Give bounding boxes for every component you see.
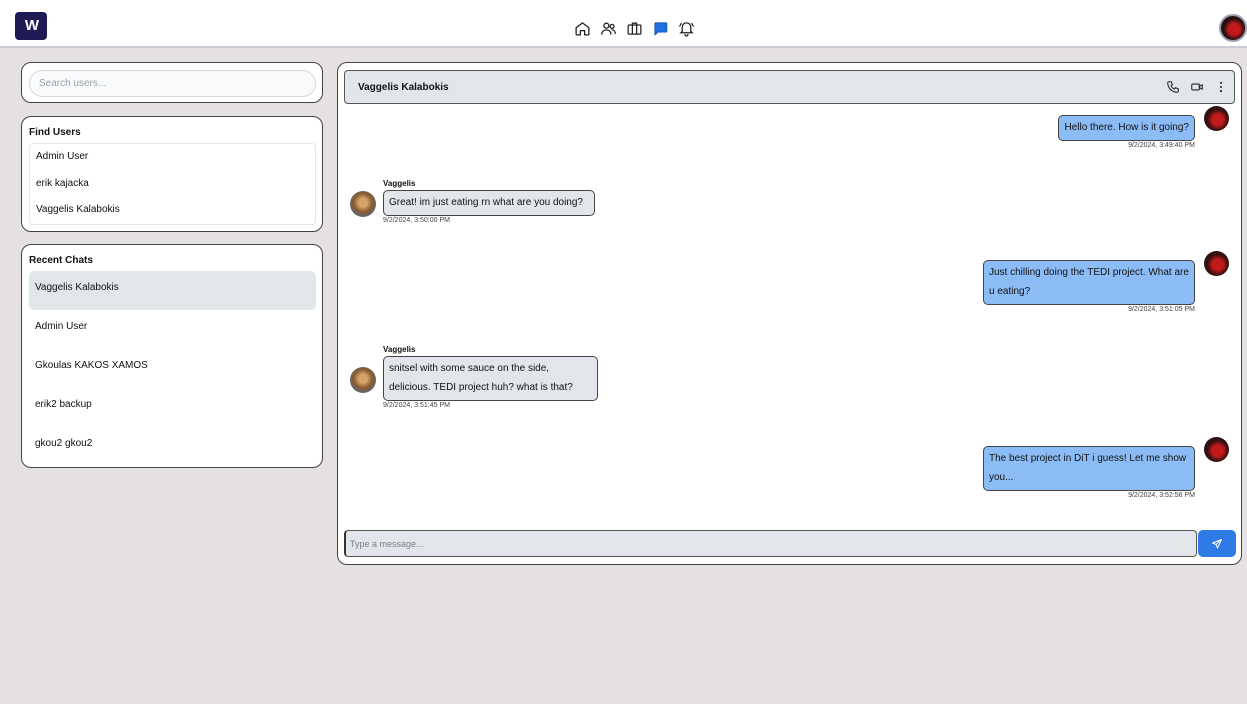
message-text: The best project in DiT i guess! Let me … xyxy=(983,446,1195,491)
find-user-item[interactable]: erik kajacka xyxy=(30,171,315,198)
recent-chat-item[interactable]: Admin User xyxy=(29,310,316,349)
contact-avatar xyxy=(350,367,376,393)
video-icon[interactable] xyxy=(1190,80,1204,94)
chat-icon[interactable] xyxy=(652,20,669,37)
chat-contact-name: Vaggelis Kalabokis xyxy=(358,82,449,93)
message-text: Hello there. How is it going? xyxy=(1058,115,1195,141)
chat-header-actions xyxy=(1166,80,1228,94)
more-vertical-icon[interactable] xyxy=(1214,80,1228,94)
people-icon[interactable] xyxy=(600,20,617,37)
message-text: Great! im just eating rn what are you do… xyxy=(383,190,595,216)
briefcase-icon[interactable] xyxy=(626,20,643,37)
message-sender: Vaggelis xyxy=(383,345,416,354)
search-users-input[interactable] xyxy=(29,70,316,97)
message-timestamp: 9/2/2024, 3:50:00 PM xyxy=(383,217,450,224)
bell-icon[interactable] xyxy=(678,20,695,37)
message-text: snitsel with some sauce on the side, del… xyxy=(383,356,598,401)
recent-chat-item[interactable]: Vaggelis Kalabokis xyxy=(29,271,316,310)
app-logo[interactable]: W xyxy=(15,12,47,40)
message-input[interactable] xyxy=(344,530,1197,557)
message-timestamp: 9/2/2024, 3:52:56 PM xyxy=(1128,492,1195,499)
recent-chat-item[interactable]: Gkoulas KAKOS XAMOS xyxy=(29,349,316,388)
find-users-title: Find Users xyxy=(29,127,81,138)
send-button[interactable] xyxy=(1198,530,1236,557)
profile-avatar[interactable] xyxy=(1219,14,1247,42)
message-outgoing: The best project in DiT i guess! Let me … xyxy=(983,446,1195,499)
find-users-panel: Find Users Admin User erik kajacka Vagge… xyxy=(21,116,323,232)
find-users-list: Admin User erik kajacka Vaggelis Kalabok… xyxy=(29,143,316,225)
message-timestamp: 9/2/2024, 3:51:45 PM xyxy=(383,402,450,409)
message-incoming: Vaggelis snitsel with some sauce on the … xyxy=(383,345,598,409)
user-avatar xyxy=(1204,106,1229,131)
home-icon[interactable] xyxy=(574,20,591,37)
user-avatar xyxy=(1204,437,1229,462)
main-nav xyxy=(574,20,695,37)
message-outgoing: Just chilling doing the TEDI project. Wh… xyxy=(983,260,1195,313)
message-text: Just chilling doing the TEDI project. Wh… xyxy=(983,260,1195,305)
contact-avatar xyxy=(350,191,376,217)
recent-chat-item[interactable]: gkou2 gkou2 xyxy=(29,427,316,466)
find-user-item[interactable]: Vaggelis Kalabokis xyxy=(30,197,315,224)
message-outgoing: Hello there. How is it going? 9/2/2024, … xyxy=(1058,115,1195,149)
recent-chats-title: Recent Chats xyxy=(29,255,93,266)
send-icon xyxy=(1212,538,1222,548)
message-list: Hello there. How is it going? 9/2/2024, … xyxy=(338,105,1243,525)
message-timestamp: 9/2/2024, 3:51:05 PM xyxy=(1128,306,1195,313)
find-user-item[interactable]: Admin User xyxy=(30,144,315,171)
search-panel xyxy=(21,62,323,103)
recent-chats-list: Vaggelis Kalabokis Admin User Gkoulas KA… xyxy=(29,271,316,466)
phone-icon[interactable] xyxy=(1166,80,1180,94)
chat-header: Vaggelis Kalabokis xyxy=(344,70,1235,104)
recent-chat-item[interactable]: erik2 backup xyxy=(29,388,316,427)
message-sender: Vaggelis xyxy=(383,179,416,188)
recent-chats-panel: Recent Chats Vaggelis Kalabokis Admin Us… xyxy=(21,244,323,468)
top-navigation-bar: W xyxy=(0,0,1247,48)
user-avatar xyxy=(1204,251,1229,276)
chat-panel: Vaggelis Kalabokis Hello there. How is i… xyxy=(337,62,1242,565)
message-incoming: Vaggelis Great! im just eating rn what a… xyxy=(383,179,595,224)
message-timestamp: 9/2/2024, 3:49:40 PM xyxy=(1128,142,1195,149)
